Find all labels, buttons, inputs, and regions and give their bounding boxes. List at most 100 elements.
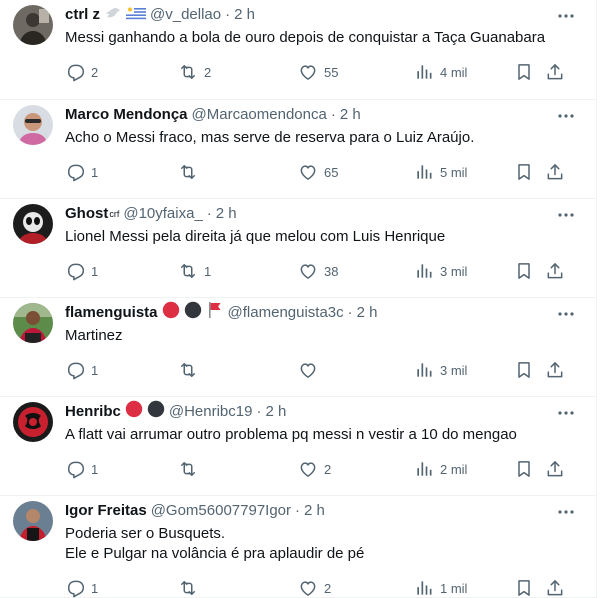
more-options-icon[interactable] bbox=[556, 205, 576, 225]
avatar-4[interactable] bbox=[13, 303, 53, 343]
reply-icon bbox=[65, 459, 85, 479]
retweet-icon bbox=[178, 578, 198, 598]
like-button[interactable]: 38 bbox=[298, 261, 338, 281]
handle[interactable]: @Henribc19 bbox=[169, 402, 253, 422]
bookmark-icon[interactable] bbox=[514, 360, 534, 380]
retweet-button[interactable] bbox=[178, 162, 204, 182]
reply-icon bbox=[65, 360, 85, 380]
views-button[interactable]: 2 mil bbox=[414, 459, 467, 479]
reply-button[interactable]: 2 bbox=[65, 62, 98, 82]
tweet[interactable]: ctrl z @v_dellao · 2 h Messi ganhando a … bbox=[0, 0, 596, 100]
replie-count: 1 bbox=[91, 461, 99, 477]
like-button[interactable]: 2 bbox=[298, 459, 331, 479]
views-button[interactable]: 1 mil bbox=[414, 578, 467, 598]
retweet-button[interactable] bbox=[178, 578, 204, 598]
avatar-5[interactable] bbox=[13, 402, 53, 442]
display-name[interactable]: ctrl z bbox=[65, 5, 100, 25]
tweet[interactable]: Henribc @Henribc19 · 2 h A flatt vai arr… bbox=[0, 397, 596, 496]
timestamp[interactable]: 2 h bbox=[340, 105, 361, 125]
tweet[interactable]: Marco Mendonça @Marcaomendonca · 2 h Ach… bbox=[0, 100, 596, 199]
display-name[interactable]: Ghost bbox=[65, 204, 108, 224]
reply-button[interactable]: 1 bbox=[65, 360, 98, 380]
bookmark-icon[interactable] bbox=[514, 578, 534, 598]
reply-button[interactable]: 1 bbox=[65, 459, 98, 479]
display-name[interactable]: flamenguista bbox=[65, 303, 158, 323]
like-button[interactable]: 65 bbox=[298, 162, 338, 182]
red-flag-emoji bbox=[206, 301, 224, 319]
share-icon[interactable] bbox=[545, 360, 565, 380]
name-emojis bbox=[158, 301, 224, 325]
more-options-icon[interactable] bbox=[556, 502, 576, 522]
retweet-icon bbox=[178, 62, 198, 82]
bookmark-icon[interactable] bbox=[514, 62, 534, 82]
timestamp[interactable]: 2 h bbox=[234, 5, 255, 25]
tweet-text: Lionel Messi pela direita já que melou c… bbox=[65, 228, 446, 245]
dove-emoji bbox=[104, 4, 122, 20]
retweet-icon bbox=[178, 360, 198, 380]
avatar-2[interactable] bbox=[13, 105, 53, 145]
tweet[interactable]: flamenguista @flamenguista3c · 2 h Marti… bbox=[0, 298, 596, 397]
share-icon[interactable] bbox=[545, 162, 565, 182]
reply-button[interactable]: 1 bbox=[65, 162, 98, 182]
retweet-count: 1 bbox=[204, 263, 212, 279]
avatar-6[interactable] bbox=[13, 501, 53, 541]
views-button[interactable]: 4 mil bbox=[414, 62, 467, 82]
like-count: 65 bbox=[324, 164, 339, 180]
tweet[interactable]: Ghost crf @10yfaixa_ · 2 h Lionel Messi … bbox=[0, 199, 596, 298]
reply-button[interactable]: 1 bbox=[65, 261, 98, 281]
timestamp[interactable]: 2 h bbox=[304, 501, 325, 521]
like-button[interactable]: 2 bbox=[298, 578, 331, 598]
views-button[interactable]: 3 mil bbox=[414, 261, 467, 281]
tweet[interactable]: Igor Freitas @Gom56007797Igor · 2 h Pode… bbox=[0, 496, 596, 598]
timestamp[interactable]: 2 h bbox=[357, 303, 378, 323]
bookmark-icon[interactable] bbox=[514, 459, 534, 479]
handle[interactable]: @10yfaixa_ bbox=[123, 204, 202, 224]
retweet-button[interactable]: 2 bbox=[178, 62, 211, 82]
display-name[interactable]: Marco Mendonça bbox=[65, 105, 188, 125]
retweet-button[interactable]: 1 bbox=[178, 261, 211, 281]
action-bar: 1 3 mil bbox=[65, 360, 586, 380]
replie-count: 1 bbox=[91, 362, 99, 378]
bookmark-icon[interactable] bbox=[514, 162, 534, 182]
avatar-3[interactable] bbox=[13, 204, 53, 244]
like-button[interactable]: 55 bbox=[298, 62, 338, 82]
share-icon[interactable] bbox=[545, 261, 565, 281]
share-icon[interactable] bbox=[545, 578, 565, 598]
more-options-icon[interactable] bbox=[556, 106, 576, 126]
like-button[interactable] bbox=[298, 360, 324, 380]
reply-icon bbox=[65, 162, 85, 182]
action-bar: 1 2 2 mil bbox=[65, 459, 586, 479]
handle[interactable]: @v_dellao bbox=[150, 5, 221, 25]
share-icon[interactable] bbox=[545, 459, 565, 479]
display-name[interactable]: Igor Freitas bbox=[65, 501, 147, 521]
more-options-icon[interactable] bbox=[556, 6, 576, 26]
replie-count: 1 bbox=[91, 580, 99, 596]
red-circle-emoji bbox=[125, 400, 143, 418]
display-name[interactable]: Henribc bbox=[65, 402, 121, 422]
heart-icon bbox=[298, 261, 318, 281]
tweet-header: flamenguista @flamenguista3c · 2 h bbox=[65, 301, 586, 325]
views-button[interactable]: 3 mil bbox=[414, 360, 467, 380]
more-options-icon[interactable] bbox=[556, 304, 576, 324]
name-emojis bbox=[121, 400, 165, 424]
like-count: 38 bbox=[324, 263, 339, 279]
separator: · bbox=[347, 304, 353, 321]
handle[interactable]: @flamenguista3c bbox=[228, 303, 344, 323]
retweet-button[interactable] bbox=[178, 459, 204, 479]
handle[interactable]: @Gom56007797Igor bbox=[151, 501, 291, 521]
views-button[interactable]: 5 mil bbox=[414, 162, 467, 182]
avatar-1[interactable] bbox=[13, 5, 53, 45]
handle[interactable]: @Marcaomendonca bbox=[192, 105, 327, 125]
reply-icon bbox=[65, 62, 85, 82]
like-count: 55 bbox=[324, 64, 339, 80]
views-icon bbox=[414, 62, 434, 82]
timestamp[interactable]: 2 h bbox=[216, 204, 237, 224]
more-options-icon[interactable] bbox=[556, 403, 576, 423]
tweet-header: Ghost crf @10yfaixa_ · 2 h bbox=[65, 203, 586, 225]
timestamp[interactable]: 2 h bbox=[265, 402, 286, 422]
share-icon[interactable] bbox=[545, 62, 565, 82]
views-icon bbox=[414, 578, 434, 598]
retweet-button[interactable] bbox=[178, 360, 204, 380]
reply-button[interactable]: 1 bbox=[65, 578, 98, 598]
bookmark-icon[interactable] bbox=[514, 261, 534, 281]
